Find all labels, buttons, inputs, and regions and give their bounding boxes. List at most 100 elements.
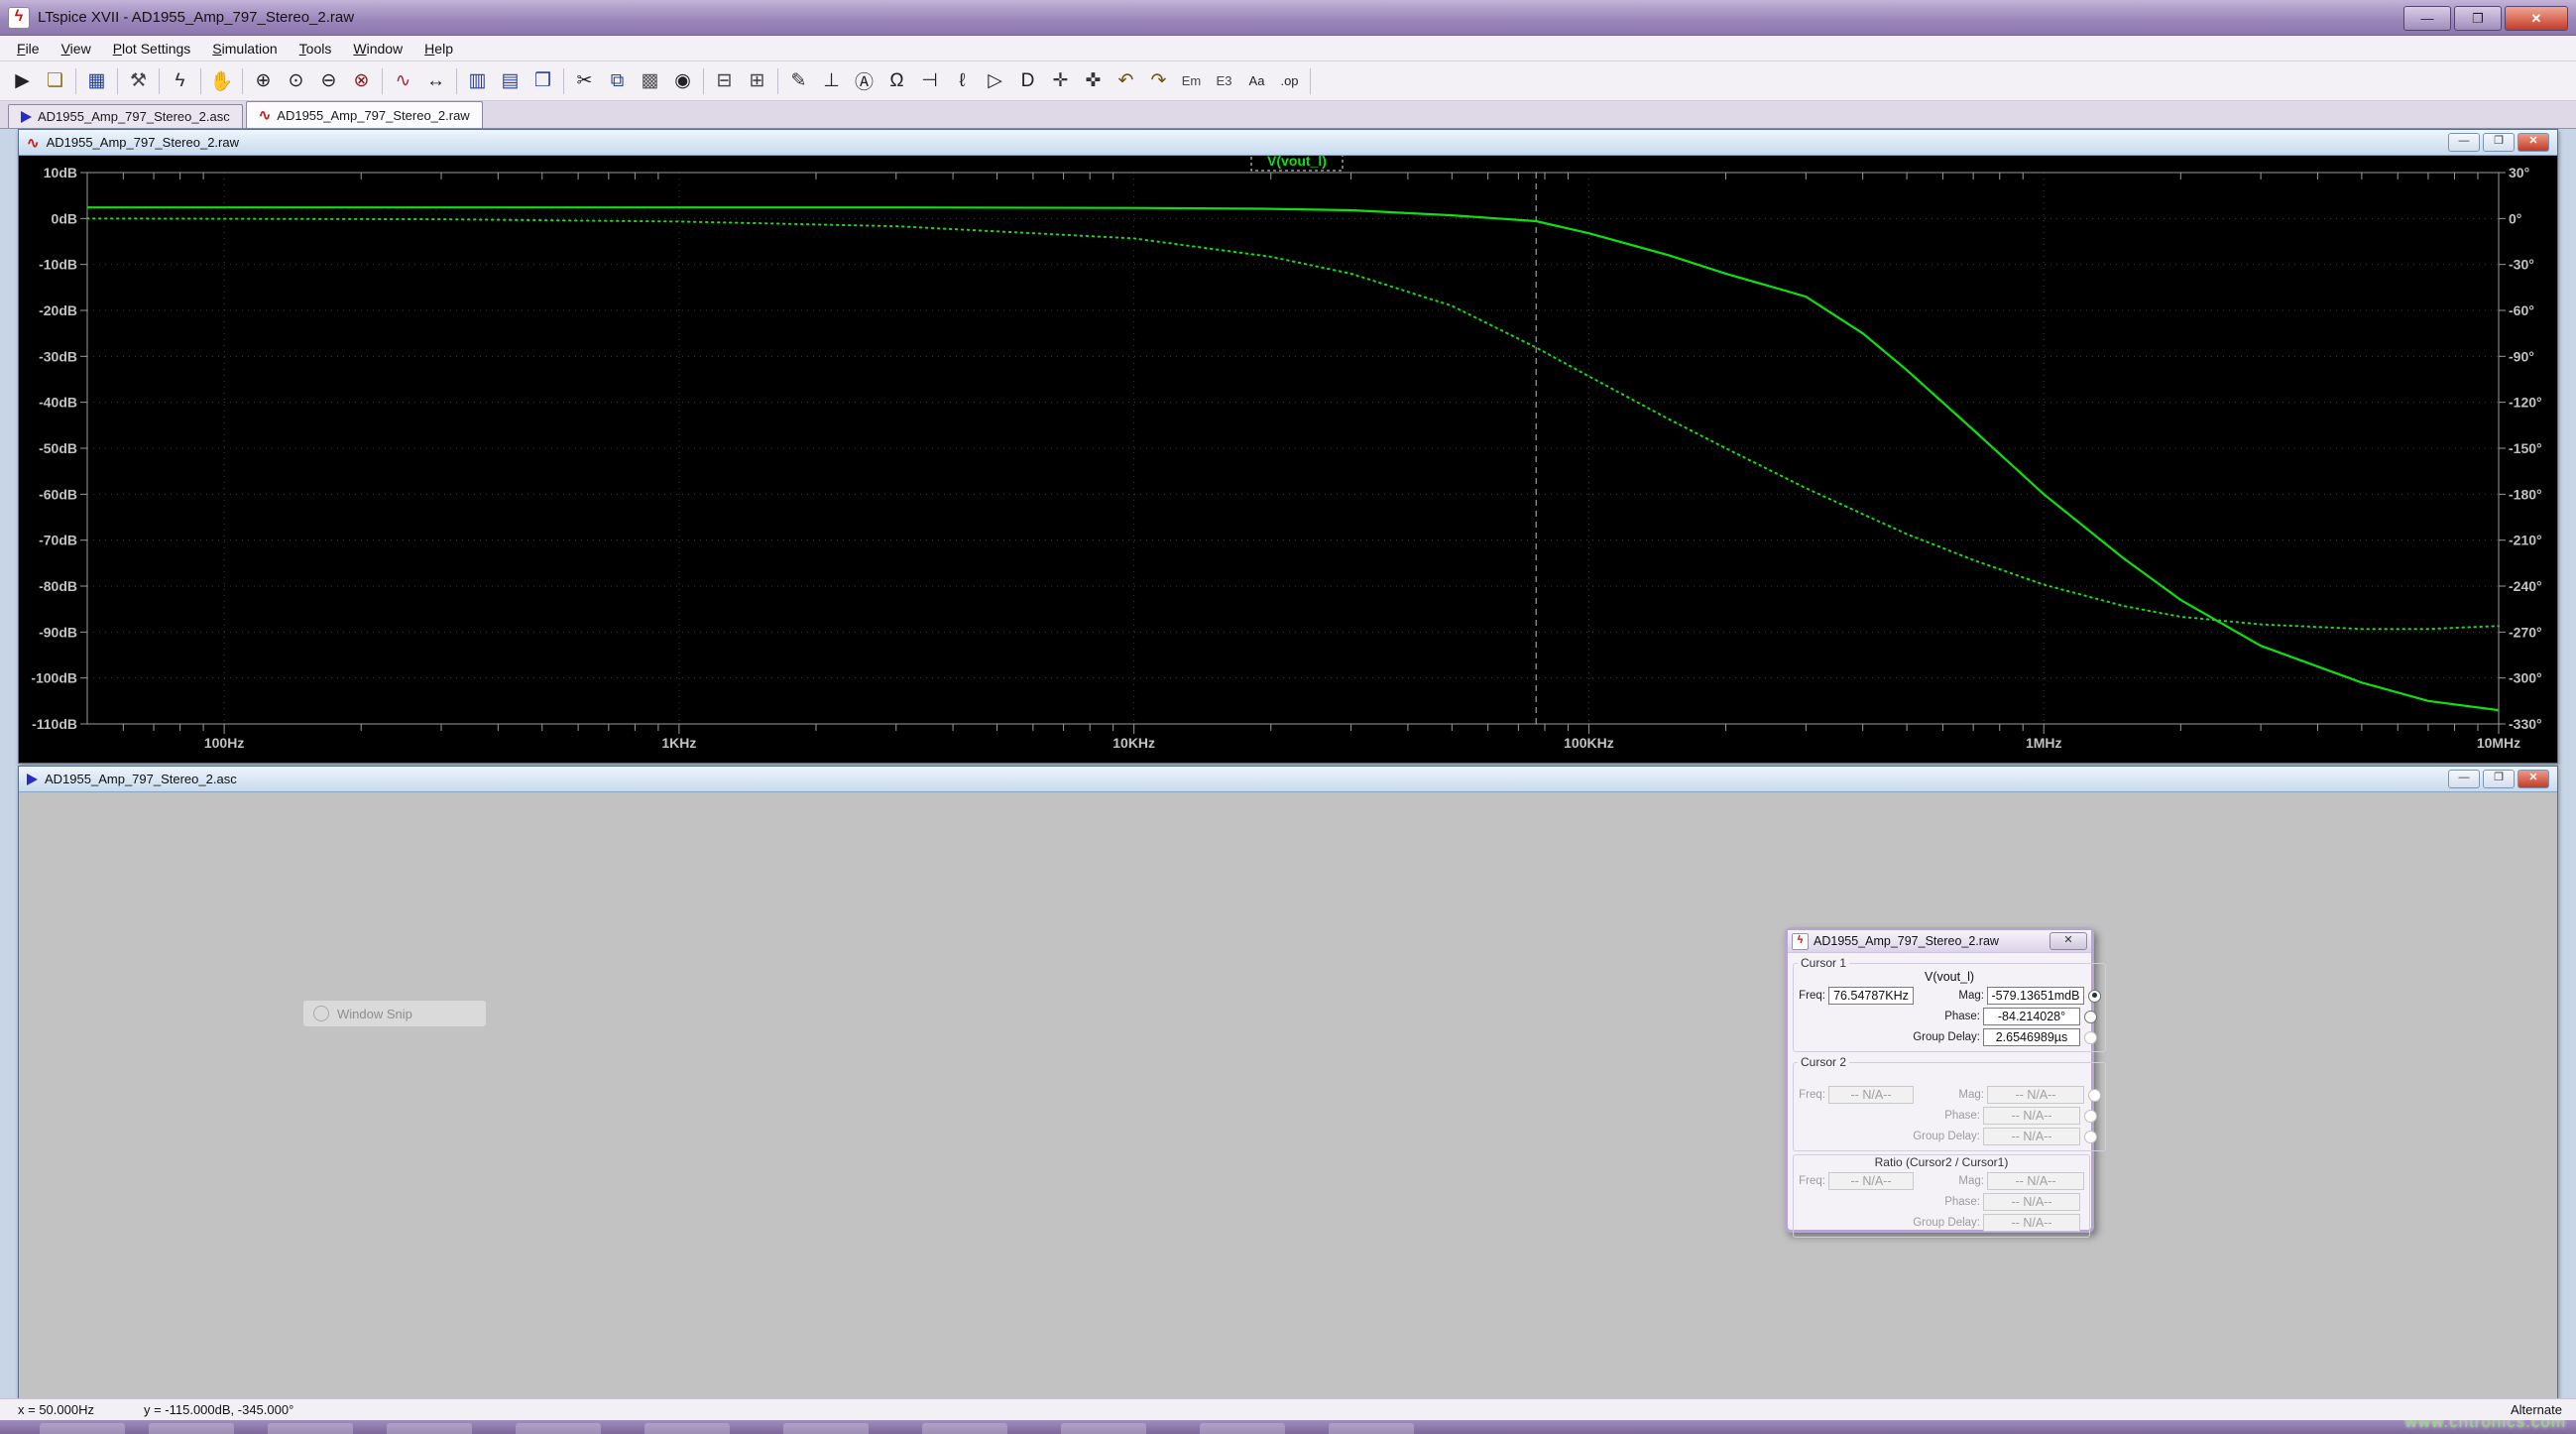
cut-button[interactable]: ✂ [568,64,601,97]
taskbar-item[interactable] [1200,1423,1285,1434]
cursor-dialog-titlebar[interactable]: ϟ AD1955_Amp_797_Stereo_2.raw ✕ [1788,930,2091,953]
phase-label: Phase: [1944,1011,1980,1022]
toolbar: ▶ ❏ ▦ ⚒ ϟ ✋ ⊕ ⊙ ⊖ ⊗ ∿ ↔ ▥ ▤ ❒ ✂ ⧉ ▩ ◉ ⊟ ⊞ ✎ ⊥ Ⓐ Ω ⊣ ℓ ▷ D ✛ ✜ ↶ ↷ Em E3 Aa.… [0,61,2576,101]
cursor1-gd-radio[interactable] [2084,1030,2097,1044]
taskbar-item[interactable] [644,1423,730,1434]
cursor1-phase-field[interactable]: -84.214028° [1983,1008,2080,1025]
waveform-window-titlebar[interactable]: ∿ AD1955_Amp_797_Stereo_2.raw — ❐ ✕ [19,130,2557,156]
menu-file[interactable]: File [6,38,51,60]
taskbar-item[interactable] [516,1423,601,1434]
mag-label: Mag: [1958,990,1984,1002]
save-button[interactable]: ▦ [80,64,113,97]
text-button[interactable]: Aa [1240,64,1273,97]
control-panel-button[interactable]: ⚒ [122,64,155,97]
spice-directive-button[interactable]: .op [1273,64,1306,97]
schem-close-button[interactable]: ✕ [2517,770,2549,788]
print-button[interactable]: ⊞ [741,64,773,97]
diode-button[interactable]: ▷ [979,64,1011,97]
waveform-window-title: AD1955_Amp_797_Stereo_2.raw [46,135,239,150]
mirror-button[interactable]: Em [1175,64,1208,97]
close-button[interactable]: ✕ [2505,6,2568,31]
taskbar-item[interactable] [268,1423,353,1434]
undo-button[interactable]: ↶ [1110,64,1142,97]
menu-simulation[interactable]: Simulation [201,38,288,60]
plot-restore-button[interactable]: ❐ [2483,133,2515,152]
zoom-out-button[interactable]: ⊖ [312,64,345,97]
print-preview-button[interactable]: ⊟ [708,64,741,97]
drag-button[interactable]: ✜ [1077,64,1110,97]
taskbar-item[interactable] [40,1423,125,1434]
move-button[interactable]: ✛ [1044,64,1077,97]
wire-button[interactable]: ✎ [782,64,815,97]
rotate-button[interactable]: E3 [1208,64,1240,97]
schematic-window-titlebar[interactable]: AD1955_Amp_797_Stereo_2.asc — ❐ ✕ [19,767,2557,792]
tab-asc[interactable]: AD1955_Amp_797_Stereo_2.asc [8,104,243,128]
pan-button[interactable]: ↔ [419,64,452,97]
redo-button[interactable]: ↷ [1142,64,1175,97]
menu-view[interactable]: View [51,38,102,60]
cursor1-freq-field[interactable]: 76.54787KHz [1828,987,1914,1005]
tab-label: AD1955_Amp_797_Stereo_2.raw [277,107,470,123]
cursor2-freq-field: -- N/A-- [1828,1086,1914,1104]
cursor2-gd-radio [2084,1130,2097,1143]
plot-close-button[interactable]: ✕ [2517,133,2549,152]
maximize-button[interactable]: ❐ [2454,6,2502,31]
paste-button[interactable]: ▩ [634,64,666,97]
menu-help[interactable]: Help [413,38,464,60]
taskbar-item[interactable] [387,1423,472,1434]
dialog-close-button[interactable]: ✕ [2049,932,2087,950]
copy-button[interactable]: ⧉ [601,64,634,97]
open-button[interactable]: ❏ [39,64,71,97]
menu-tools[interactable]: Tools [289,38,343,60]
svg-text:1KHz: 1KHz [661,735,696,751]
svg-text:-60°: -60° [2509,302,2534,318]
zoom-full-button[interactable]: ⊗ [345,64,378,97]
zoom-area-button[interactable]: ⊙ [280,64,312,97]
ratio-heading: Ratio (Cursor2 / Cursor1) [1874,1155,2009,1169]
cursor1-mag-radio[interactable] [2088,989,2101,1003]
taskbar-item[interactable] [922,1423,1007,1434]
inductor-button[interactable]: ℓ [946,64,979,97]
resistor-button[interactable]: Ω [880,64,913,97]
freq-label: Freq: [1799,1175,1825,1187]
taskbar-item[interactable] [1061,1423,1146,1434]
svg-text:100Hz: 100Hz [204,735,244,751]
capacitor-button[interactable]: ⊣ [913,64,946,97]
autorange-button[interactable]: ∿ [387,64,419,97]
tab-raw[interactable]: ∿ AD1955_Amp_797_Stereo_2.raw [245,101,483,128]
taskbar-item[interactable] [783,1423,869,1434]
plot-minimize-button[interactable]: — [2448,133,2480,152]
component-button[interactable]: D [1011,64,1044,97]
titlebar[interactable]: ϟ LTspice XVII - AD1955_Amp_797_Stereo_2… [0,0,2576,36]
toolbar-separator [1310,67,1311,94]
taskbar-item[interactable] [149,1423,234,1434]
schematic-tab-icon [21,110,32,123]
menu-window[interactable]: Window [342,38,413,60]
svg-text:-240°: -240° [2509,578,2542,594]
schem-restore-button[interactable]: ❐ [2483,770,2515,788]
menu-plot-settings[interactable]: Plot Settings [102,38,202,60]
tile-horizontal-button[interactable]: ▤ [494,64,527,97]
cursor1-phase-radio[interactable] [2084,1010,2097,1023]
cascade-button[interactable]: ❒ [527,64,559,97]
zoom-in-button[interactable]: ⊕ [247,64,280,97]
minimize-button[interactable]: — [2403,6,2451,31]
run-button[interactable]: ▶ [6,64,39,97]
tile-vertical-button[interactable]: ▥ [461,64,494,97]
svg-text:V(vout_l): V(vout_l) [1267,156,1327,169]
bode-plot[interactable]: 10dB 0dB -10dB -20dB -30dB -40dB -50dB -60dB -70… [19,156,2557,763]
label-net-button[interactable]: Ⓐ [848,64,880,97]
taskbar-item[interactable] [1329,1423,1414,1434]
schem-minimize-button[interactable]: — [2448,770,2480,788]
cursor1-trace: V(vout_l) [1924,970,1975,984]
windows-taskbar[interactable]: www.cntronics.com [0,1420,2576,1434]
schematic-canvas[interactable]: −+−+−++−+−+−IOUTL+IOUTL+IOUTL-IOUTL-VOut… [19,792,2557,1398]
cursor1-gd-field[interactable]: 2.6546989µs [1983,1028,2080,1046]
halt-button[interactable]: ✋ [205,64,238,97]
watermark: www.cntronics.com [2404,1420,2566,1431]
cursor1-mag-field[interactable]: -579.13651mdB [1987,987,2084,1005]
find-button[interactable]: ◉ [666,64,699,97]
run-simulation-button[interactable]: ϟ [164,64,196,97]
cursor-dialog[interactable]: ϟ AD1955_Amp_797_Stereo_2.raw ✕ Cursor 1… [1785,927,2106,1238]
ground-button[interactable]: ⊥ [815,64,848,97]
